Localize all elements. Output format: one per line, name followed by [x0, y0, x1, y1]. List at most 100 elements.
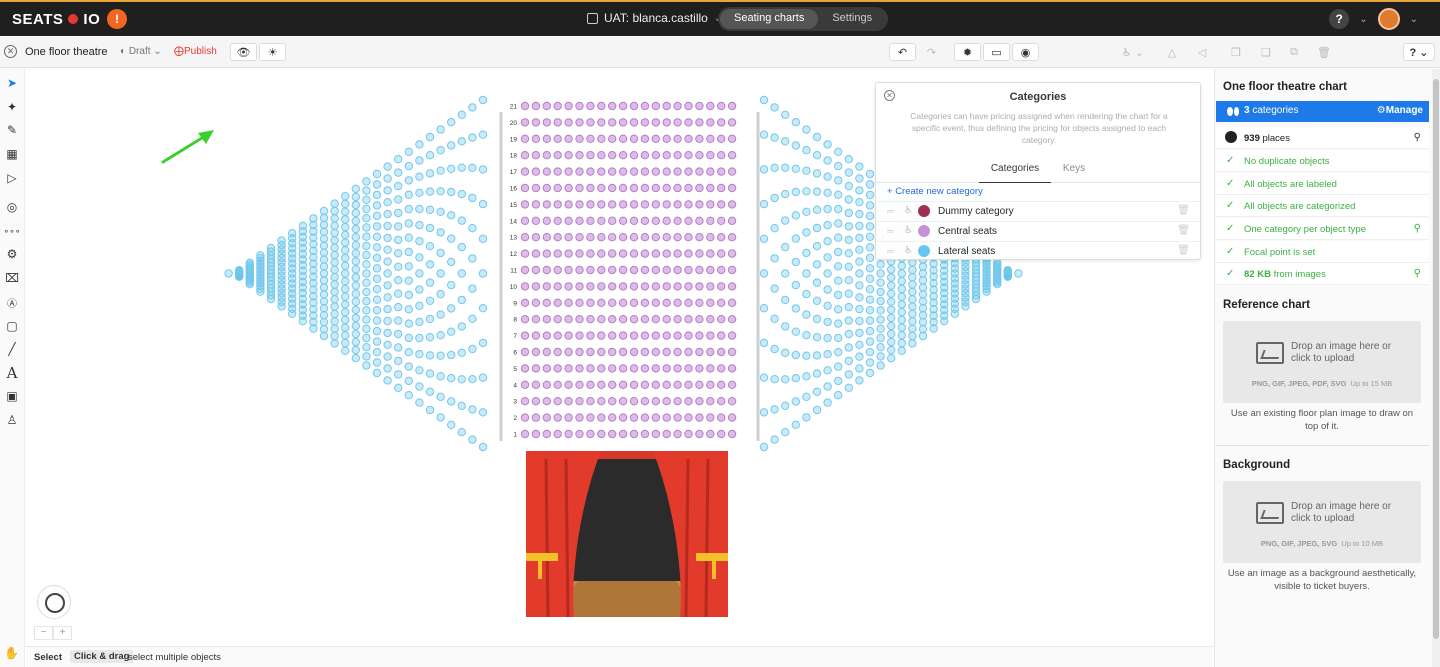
seat[interactable]: [586, 347, 595, 357]
seat[interactable]: [564, 101, 573, 111]
seat[interactable]: [865, 306, 875, 315]
seat[interactable]: [684, 397, 693, 406]
seat[interactable]: [478, 130, 488, 139]
shape-icon[interactable]: ▢: [4, 318, 20, 334]
seat[interactable]: [855, 376, 864, 385]
seat[interactable]: [961, 302, 970, 311]
categories-summary[interactable]: 3 categories ⚙Manage: [1216, 101, 1429, 122]
seat[interactable]: [812, 369, 822, 378]
seat[interactable]: [781, 110, 790, 119]
seat[interactable]: [404, 333, 413, 343]
seat[interactable]: [629, 282, 639, 291]
seat[interactable]: [330, 280, 339, 289]
seat[interactable]: [520, 347, 530, 357]
seat[interactable]: [918, 331, 928, 341]
seat[interactable]: [542, 364, 551, 373]
seat[interactable]: [319, 304, 329, 313]
seat[interactable]: [695, 298, 704, 308]
seat[interactable]: [542, 134, 551, 144]
category-name[interactable]: Central seats: [938, 226, 997, 237]
seat[interactable]: [727, 364, 737, 373]
seat[interactable]: [351, 216, 360, 226]
seat[interactable]: [673, 347, 682, 357]
seat[interactable]: [478, 269, 488, 278]
table-icon[interactable]: ⚙: [4, 246, 20, 262]
seat[interactable]: [629, 380, 639, 389]
seat[interactable]: [684, 347, 693, 357]
seat[interactable]: [447, 374, 456, 383]
seat[interactable]: [586, 134, 595, 144]
seat[interactable]: [684, 167, 693, 176]
seat[interactable]: [781, 375, 790, 384]
seat[interactable]: [770, 375, 779, 384]
seat[interactable]: [727, 429, 737, 439]
seat[interactable]: [266, 294, 276, 304]
seat[interactable]: [651, 101, 660, 111]
seat[interactable]: [383, 316, 392, 326]
seat[interactable]: [770, 435, 779, 444]
seat[interactable]: [865, 274, 875, 283]
seat[interactable]: [897, 346, 906, 355]
seat[interactable]: [834, 176, 843, 185]
seat[interactable]: [812, 169, 822, 178]
seat[interactable]: [372, 368, 382, 378]
seat[interactable]: [673, 134, 682, 144]
seat[interactable]: [608, 183, 617, 193]
seat[interactable]: [823, 366, 832, 375]
seat[interactable]: [844, 235, 853, 245]
seat[interactable]: [575, 249, 584, 258]
seat[interactable]: [468, 314, 477, 324]
seat[interactable]: [855, 221, 864, 231]
seat[interactable]: [608, 167, 617, 176]
seat[interactable]: [425, 242, 435, 251]
seat[interactable]: [802, 289, 811, 299]
seat[interactable]: [812, 223, 822, 233]
seat[interactable]: [640, 413, 650, 422]
seat[interactable]: [662, 151, 671, 160]
seat[interactable]: [640, 331, 650, 340]
seat[interactable]: [897, 323, 906, 332]
seat[interactable]: [608, 265, 617, 275]
seat[interactable]: [918, 262, 928, 271]
seat[interactable]: [457, 163, 466, 172]
seat[interactable]: [706, 151, 715, 160]
seat[interactable]: [351, 273, 360, 282]
seat[interactable]: [629, 216, 639, 226]
seat[interactable]: [394, 195, 403, 204]
seat[interactable]: [520, 200, 530, 209]
seat[interactable]: [673, 216, 682, 226]
seat[interactable]: [362, 296, 371, 306]
seat[interactable]: [618, 118, 628, 127]
trash-icon[interactable]: 🗑: [1177, 245, 1190, 256]
seat[interactable]: [640, 298, 650, 308]
seat[interactable]: [372, 337, 382, 346]
seat[interactable]: [564, 298, 573, 308]
seat[interactable]: [586, 282, 595, 291]
seat[interactable]: [436, 269, 445, 278]
seat[interactable]: [372, 180, 382, 189]
seat[interactable]: [834, 290, 843, 300]
seat[interactable]: [673, 200, 682, 209]
seat[interactable]: [468, 375, 477, 384]
seat[interactable]: [575, 347, 584, 357]
seat[interactable]: [575, 101, 584, 111]
seat[interactable]: [651, 413, 660, 422]
seat[interactable]: [855, 209, 864, 219]
seat[interactable]: [695, 151, 704, 160]
seat[interactable]: [404, 233, 413, 242]
seat[interactable]: [330, 228, 339, 238]
seat[interactable]: [330, 221, 339, 230]
seat[interactable]: [425, 296, 435, 306]
seat[interactable]: [520, 233, 530, 242]
seat[interactable]: [608, 200, 617, 209]
seat[interactable]: [897, 292, 906, 301]
seat[interactable]: [586, 118, 595, 127]
seat[interactable]: [520, 101, 530, 111]
seat[interactable]: [564, 134, 573, 144]
seat[interactable]: [319, 311, 329, 320]
seat[interactable]: [564, 167, 573, 176]
logo[interactable]: SEATS IO !: [12, 9, 128, 29]
seat[interactable]: [759, 165, 769, 174]
seat[interactable]: [791, 187, 800, 197]
seat[interactable]: [759, 130, 769, 139]
